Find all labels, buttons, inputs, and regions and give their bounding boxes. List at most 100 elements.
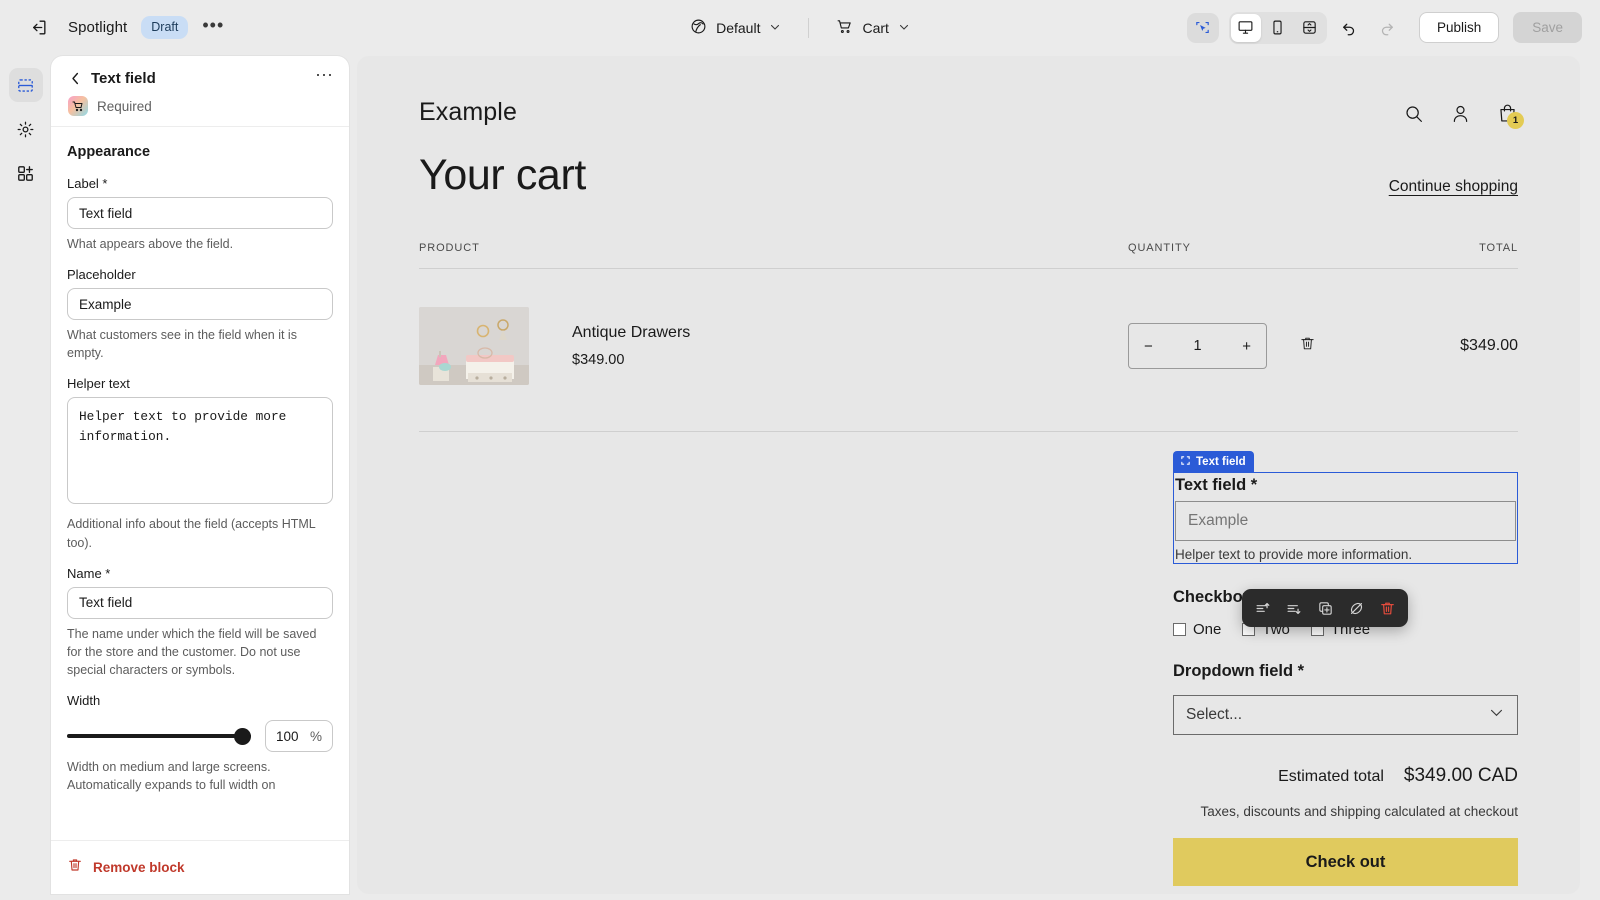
desktop-view-button[interactable]: [1231, 14, 1261, 42]
helper-text-field-label: Helper text: [67, 376, 333, 391]
selected-block-label: Text field: [1196, 456, 1246, 468]
preview-canvas[interactable]: Example: [357, 56, 1580, 894]
cart-app-icon: [68, 96, 88, 116]
checkbox-box[interactable]: [1173, 623, 1186, 636]
exit-icon[interactable]: [22, 12, 54, 44]
theme-selector[interactable]: Default: [679, 12, 792, 44]
placeholder-input[interactable]: [67, 288, 333, 320]
text-field-label: Text field *: [1175, 474, 1516, 501]
top-toolbar: Spotlight Draft ••• Default: [0, 0, 1600, 55]
cart-icon[interactable]: 1: [1497, 103, 1518, 124]
column-header-product: PRODUCT: [419, 242, 1128, 254]
toolbar-left-group: Spotlight Draft •••: [0, 12, 560, 44]
line-item-total: $349.00: [1398, 337, 1518, 355]
app-root: Spotlight Draft ••• Default: [0, 0, 1600, 900]
column-header-total: TOTAL: [1398, 242, 1518, 254]
quantity-increase-button[interactable]: +: [1242, 338, 1251, 355]
table-row: Antique Drawers $349.00 − 1 +: [419, 269, 1518, 432]
width-slider[interactable]: [67, 727, 251, 745]
toolbar-center-group: Default Cart: [560, 12, 1040, 44]
slider-handle[interactable]: [234, 728, 251, 745]
sidebar-item-sections[interactable]: [9, 68, 43, 102]
chevron-down-icon: [1488, 704, 1505, 726]
name-input[interactable]: [67, 587, 333, 619]
checkbox-option-one[interactable]: One: [1173, 621, 1221, 638]
quantity-value: 1: [1193, 338, 1201, 354]
tax-note: Taxes, discounts and shipping calculated…: [1173, 804, 1518, 819]
helper-text-textarea[interactable]: [67, 397, 333, 504]
continue-shopping-link[interactable]: Continue shopping: [1389, 178, 1518, 200]
account-icon[interactable]: [1450, 103, 1471, 124]
column-header-quantity: QUANTITY: [1128, 242, 1398, 254]
product-name[interactable]: Antique Drawers: [572, 324, 690, 342]
quantity-stepper[interactable]: − 1 +: [1128, 323, 1267, 369]
page-label: Cart: [862, 20, 888, 36]
hide-button[interactable]: [1342, 594, 1370, 622]
text-field-block[interactable]: Text field * Helper text to provide more…: [1173, 472, 1518, 564]
name-help-text: The name under which the field will be s…: [67, 625, 333, 679]
label-field-label: Label *: [67, 176, 333, 191]
quantity-decrease-button[interactable]: −: [1144, 338, 1153, 355]
cart-form-column: Text field Text field * Helper text to p…: [1173, 472, 1518, 886]
appearance-heading: Appearance: [67, 144, 333, 160]
storefront-header-icons: 1: [1403, 98, 1518, 124]
cart-count-badge: 1: [1507, 112, 1524, 129]
placeholder-field-label: Placeholder: [67, 267, 333, 282]
move-up-button[interactable]: [1249, 594, 1277, 622]
cart-icon: [836, 18, 853, 38]
theme-label: Default: [716, 20, 760, 36]
cart-title-row: Your cart Continue shopping: [419, 151, 1518, 200]
panel-more-button[interactable]: ⋯: [315, 71, 333, 86]
panel-subtitle: Required: [97, 99, 152, 114]
toolbar-divider: [808, 18, 809, 38]
dropdown-select[interactable]: Select...: [1173, 695, 1518, 735]
sidebar-item-settings[interactable]: [9, 112, 43, 146]
sidebar-item-apps[interactable]: [9, 156, 43, 190]
panel-header: Text field ⋯ Required: [51, 56, 349, 127]
fullscreen-view-button[interactable]: [1295, 14, 1325, 42]
checkout-button[interactable]: Check out: [1173, 838, 1518, 886]
helper-text-help-text: Additional info about the field (accepts…: [67, 515, 333, 551]
duplicate-button[interactable]: [1311, 594, 1339, 622]
status-badge: Draft: [141, 16, 188, 39]
text-field-helper: Helper text to provide more information.: [1175, 541, 1516, 562]
name-field-label: Name *: [67, 566, 333, 581]
more-options-button[interactable]: •••: [202, 20, 224, 36]
chevron-down-icon: [769, 20, 781, 36]
label-input[interactable]: [67, 197, 333, 229]
search-icon[interactable]: [1403, 103, 1424, 124]
publish-button[interactable]: Publish: [1419, 12, 1499, 43]
width-unit: %: [310, 729, 322, 744]
block-settings-panel: Text field ⋯ Required Appearance Label *…: [51, 56, 349, 894]
width-value-box[interactable]: 100 %: [265, 720, 333, 752]
remove-block-label: Remove block: [93, 860, 185, 875]
text-field-input[interactable]: [1175, 501, 1516, 541]
page-selector[interactable]: Cart: [825, 12, 920, 44]
selected-block-wrapper: Text field Text field * Helper text to p…: [1173, 472, 1518, 564]
width-value: 100: [276, 729, 299, 744]
placeholder-help-text: What customers see in the field when it …: [67, 326, 333, 362]
estimated-total-row: Estimated total $349.00 CAD: [1173, 765, 1518, 787]
width-field-label: Width: [67, 693, 333, 708]
selection-frame-icon: [1180, 455, 1191, 469]
remove-item-trash-icon[interactable]: [1299, 335, 1316, 357]
back-button[interactable]: [65, 71, 85, 86]
toolbar-right-group: Publish Save: [1040, 12, 1600, 44]
viewport-switcher: [1229, 12, 1327, 44]
storefront-header: Example: [419, 98, 1518, 127]
redo-button: [1371, 13, 1403, 43]
mobile-view-button[interactable]: [1263, 14, 1293, 42]
block-action-toolbar: [1242, 589, 1408, 627]
panel-title: Text field: [91, 70, 315, 87]
left-rail: [0, 55, 51, 900]
estimated-total-label: Estimated total: [1278, 768, 1384, 786]
dropdown-field-label: Dropdown field *: [1173, 660, 1518, 687]
select-tool-button[interactable]: [1187, 13, 1219, 43]
selected-block-tag[interactable]: Text field: [1173, 451, 1254, 472]
move-down-button[interactable]: [1280, 594, 1308, 622]
store-name: Example: [419, 98, 517, 127]
remove-block-button[interactable]: Remove block: [51, 840, 349, 894]
delete-button[interactable]: [1373, 594, 1401, 622]
dropdown-field-block[interactable]: Dropdown field * Select...: [1173, 660, 1518, 735]
undo-button[interactable]: [1333, 13, 1365, 43]
